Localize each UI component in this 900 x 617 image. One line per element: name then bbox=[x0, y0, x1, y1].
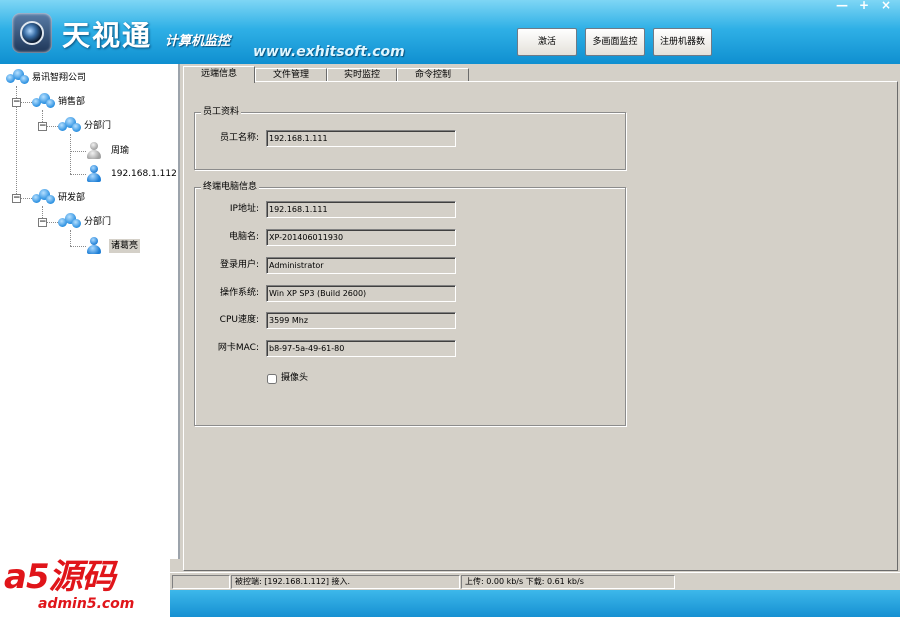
employee-name-label: 员工名称: bbox=[219, 133, 259, 143]
tree-node-label: 分部门 bbox=[84, 217, 112, 227]
offline-user-icon bbox=[86, 142, 102, 160]
status-cell-blank bbox=[172, 575, 230, 589]
group-icon bbox=[6, 69, 30, 87]
employee-name-field[interactable]: 192.168.1.111 bbox=[266, 130, 456, 147]
tab-file-manage[interactable]: 文件管理 bbox=[255, 68, 327, 82]
tab-content: 员工资料 员工名称: 192.168.1.111 终端电脑信息 IP地址: 19… bbox=[183, 81, 898, 571]
tree-connector bbox=[70, 230, 71, 246]
tree-node-label: 销售部 bbox=[58, 97, 86, 107]
app-website: www.exhitsoft.com bbox=[253, 44, 405, 60]
terminal-info-group: 终端电脑信息 IP地址: 192.168.1.111 电脑名: XP-20140… bbox=[194, 181, 626, 426]
watermark-logo: a5源码 admin5.com bbox=[0, 556, 170, 617]
online-user-icon bbox=[86, 165, 102, 183]
register-machines-button[interactable]: 注册机器数 bbox=[653, 28, 712, 56]
minimize-icon[interactable]: — bbox=[832, 0, 852, 12]
mac-field[interactable]: b8-97-5a-49-61-80 bbox=[266, 340, 456, 357]
tree-connector bbox=[70, 174, 86, 175]
pc-name-field[interactable]: XP-201406011930 bbox=[266, 229, 456, 246]
tree-connector bbox=[70, 246, 86, 247]
multi-screen-monitor-button[interactable]: 多画面监控 bbox=[585, 28, 645, 56]
ip-label: IP地址: bbox=[229, 204, 259, 214]
main-panel: 远端信息 文件管理 实时监控 命令控制 员工资料 员工名称: 192.168.1… bbox=[180, 64, 900, 572]
tab-realtime-monitor[interactable]: 实时监控 bbox=[327, 68, 397, 82]
camera-logo-icon bbox=[12, 13, 52, 53]
group-icon bbox=[32, 93, 56, 111]
watermark-logo-text: a5源码 bbox=[4, 557, 116, 597]
os-label: 操作系统: bbox=[219, 288, 259, 298]
watermark-url: admin5.com bbox=[38, 596, 135, 612]
app-subtitle: 计算机监控 bbox=[165, 34, 231, 49]
group-title: 员工资料 bbox=[201, 106, 242, 118]
tab-command-control[interactable]: 命令控制 bbox=[397, 68, 469, 82]
tree-node-label-selected: 诸葛亮 bbox=[109, 239, 141, 253]
collapse-icon[interactable]: − bbox=[38, 218, 47, 227]
tree-node-label: 周瑜 bbox=[111, 146, 130, 156]
collapse-icon[interactable]: − bbox=[38, 122, 47, 131]
cpu-speed-field[interactable]: 3599 Mhz bbox=[266, 312, 456, 329]
os-field[interactable]: Win XP SP3 (Build 2600) bbox=[266, 285, 456, 302]
maximize-icon[interactable]: + bbox=[854, 0, 874, 12]
login-user-field[interactable]: Administrator bbox=[266, 257, 456, 274]
group-icon bbox=[32, 189, 56, 207]
tree-node-label: 易讯智翔公司 bbox=[32, 73, 87, 83]
employee-info-group: 员工资料 员工名称: 192.168.1.111 bbox=[194, 106, 626, 170]
status-transfer-rate: 上传: 0.00 kb/s 下载: 0.61 kb/s bbox=[461, 575, 675, 589]
cpu-speed-label: CPU速度: bbox=[219, 315, 259, 325]
camera-lens-icon bbox=[20, 21, 44, 45]
org-tree[interactable]: 易讯智翔公司 − 销售部 − 分部门 周瑜 192.168.1.112 − 研发… bbox=[0, 64, 180, 559]
camera-checkbox-label: 摄像头 bbox=[281, 373, 309, 383]
tree-connector bbox=[70, 151, 86, 152]
group-title: 终端电脑信息 bbox=[201, 181, 260, 193]
tree-node-label: 研发部 bbox=[58, 193, 86, 203]
tree-node-label: 192.168.1.112 bbox=[111, 169, 177, 179]
status-connection-message: 被控端: [192.168.1.112] 接入. bbox=[231, 575, 460, 589]
login-user-label: 登录用户: bbox=[219, 260, 259, 270]
app-title: 天视通 bbox=[62, 19, 153, 52]
group-icon bbox=[58, 213, 82, 231]
camera-checkbox[interactable] bbox=[267, 374, 277, 384]
activate-button[interactable]: 激活 bbox=[517, 28, 577, 56]
group-icon bbox=[58, 117, 82, 135]
title-bar: 天视通 计算机监控 www.exhitsoft.com 激活 多画面监控 注册机… bbox=[0, 0, 900, 65]
tree-connector bbox=[70, 134, 71, 174]
close-icon[interactable]: × bbox=[876, 0, 896, 12]
mac-label: 网卡MAC: bbox=[217, 343, 259, 353]
online-user-icon bbox=[86, 237, 102, 255]
tab-remote-info[interactable]: 远端信息 bbox=[183, 66, 255, 83]
tree-node-label: 分部门 bbox=[84, 121, 112, 131]
collapse-icon[interactable]: − bbox=[12, 194, 21, 203]
collapse-icon[interactable]: − bbox=[12, 98, 21, 107]
pc-name-label: 电脑名: bbox=[228, 232, 259, 242]
status-bar: 被控端: [192.168.1.112] 接入. 上传: 0.00 kb/s 下… bbox=[170, 572, 900, 591]
ip-field[interactable]: 192.168.1.111 bbox=[266, 201, 456, 218]
